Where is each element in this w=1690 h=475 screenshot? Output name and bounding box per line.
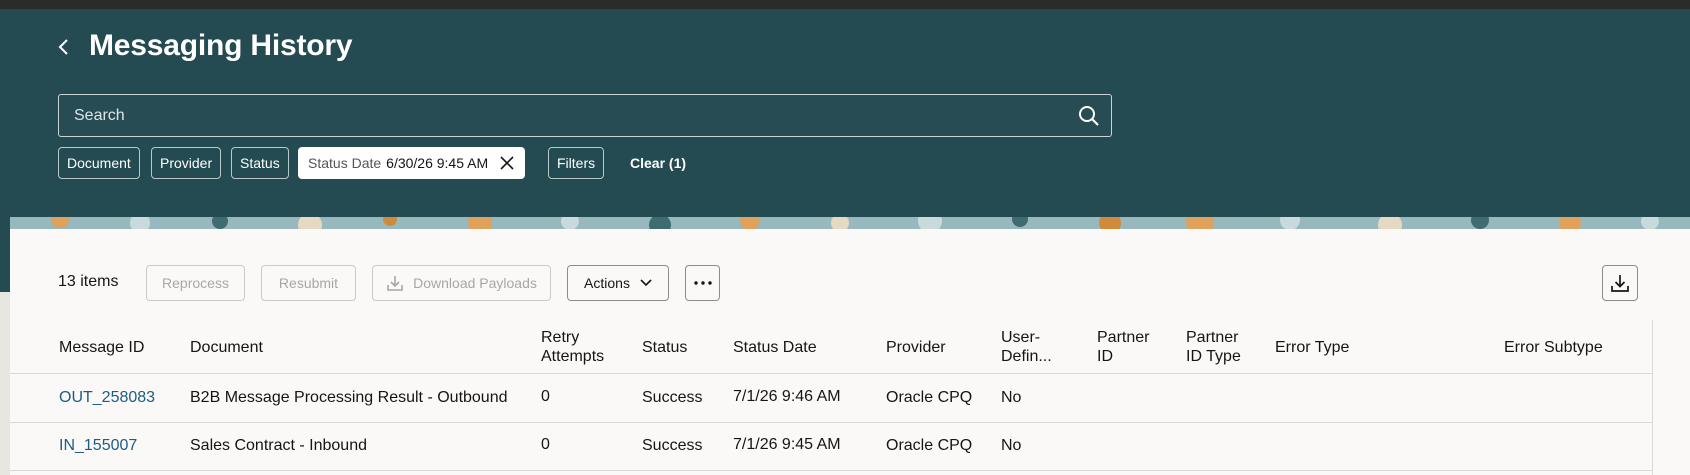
user-defined-cell: No [1001,437,1022,454]
document-cell: B2B Message Processing Result - Outbound [190,389,508,406]
download-payloads-label: Download Payloads [413,275,537,291]
header-line: ID [1097,348,1113,365]
column-header-retry-attempts[interactable]: Retry Attempts [541,328,604,366]
chip-key: Status Date [308,155,382,171]
retry-cell: 0 [541,388,550,405]
column-header-message-id[interactable]: Message ID [59,338,144,357]
header-line: Defin... [1001,348,1052,365]
status-date-cell: 7/1/26 9:46 AM [733,388,841,405]
actions-menu-button[interactable]: Actions [567,265,669,301]
column-header-partner-id[interactable]: Partner ID [1097,328,1149,366]
header-line: Partner [1097,329,1150,346]
message-id-link[interactable]: IN_155007 [59,437,137,455]
download-icon [386,274,404,292]
status-cell: Success [642,389,703,406]
header-line: Attempts [541,348,605,365]
search-icon[interactable] [1067,95,1111,136]
filter-chip-provider[interactable]: Provider [151,147,222,179]
filters-button[interactable]: Filters [548,147,605,179]
column-header-partner-id-type[interactable]: Partner ID Type [1186,328,1241,366]
chip-value: 6/30/26 9:45 AM [386,155,489,171]
column-header-status[interactable]: Status [642,338,687,357]
column-header-user-defined[interactable]: User- Defin... [1001,328,1052,366]
download-payloads-button[interactable]: Download Payloads [372,265,551,301]
provider-cell: Oracle CPQ [886,389,973,406]
clear-filters-link[interactable]: Clear (1) [630,155,686,171]
filter-chip-status-date[interactable]: Status Date 6/30/26 9:45 AM [298,147,526,179]
table-right-divider [1652,320,1653,475]
column-header-status-date[interactable]: Status Date [733,338,817,357]
resubmit-button[interactable]: Resubmit [261,265,356,301]
export-download-icon [1611,275,1629,292]
column-header-provider[interactable]: Provider [886,338,946,357]
page-title: Messaging History [89,29,353,62]
header-line: User- [1001,329,1041,346]
header-line: Retry [541,329,580,346]
column-header-error-type[interactable]: Error Type [1275,338,1349,357]
search-field[interactable] [58,94,1112,137]
column-header-document[interactable]: Document [190,338,263,357]
filter-chip-document[interactable]: Document [58,147,140,179]
header-line: Partner [1186,329,1239,346]
status-date-cell: 7/1/26 9:45 AM [733,436,841,453]
top-strip [0,0,1690,9]
message-id-link[interactable]: OUT_258083 [59,389,155,407]
header-line: ID Type [1186,348,1241,365]
actions-label: Actions [584,275,630,291]
more-options-button[interactable] [685,265,720,301]
reprocess-button[interactable]: Reprocess [146,265,245,301]
search-input[interactable] [59,95,1067,136]
status-cell: Success [642,437,703,454]
provider-cell: Oracle CPQ [886,437,973,454]
close-icon[interactable] [496,152,518,174]
chevron-down-icon [640,279,652,287]
back-button[interactable] [53,34,75,60]
document-cell: Sales Contract - Inbound [190,437,367,454]
user-defined-cell: No [1001,389,1022,406]
filter-chip-status[interactable]: Status [231,147,289,179]
ellipsis-icon [693,281,712,285]
items-count: 13 items [58,273,119,290]
column-header-error-subtype[interactable]: Error Subtype [1504,338,1603,357]
retry-cell: 0 [541,436,550,453]
chevron-left-icon [58,39,68,55]
export-button[interactable] [1602,265,1638,301]
